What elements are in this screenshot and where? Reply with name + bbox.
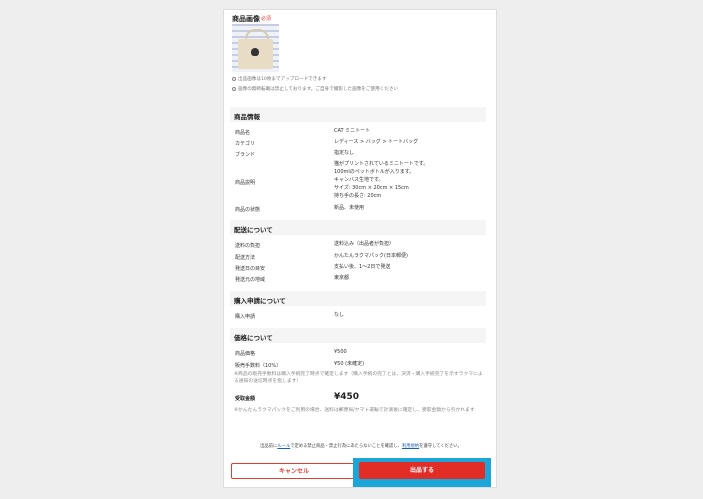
product-thumbnail[interactable] [232, 24, 279, 72]
row-value-item-price: ¥500 [334, 349, 347, 355]
row-label-ship-from: 発送元の地域 [235, 277, 266, 283]
fee-note: ※商品の販売手数料は購入手続完了時点で確定します（購入手続の完了とは、決済・購入… [234, 372, 483, 384]
row-value-shipping-method: かんたんラクマパック(日本郵便) [334, 253, 408, 259]
row-label-description: 商品説明 [235, 180, 256, 186]
shipping-heading: 配送について [234, 226, 273, 234]
purchase-request-heading: 購入申請について [234, 297, 286, 305]
row-label-name: 商品名 [235, 130, 251, 136]
row-label-item-price: 商品価格 [235, 351, 256, 357]
row-label-condition: 商品の状態 [235, 207, 261, 213]
row-value-shipping-fee: 送料込み（出品者が負担） [334, 241, 395, 247]
shipping-header: 配送について [230, 220, 486, 235]
row-value-condition: 新品、未使用 [334, 205, 365, 211]
image-note-2: 画像の無断転載は禁止しております。ご自身で撮影した画像をご使用ください [232, 86, 398, 92]
info-icon [232, 86, 236, 91]
row-label-shipping-method: 配送方法 [235, 255, 256, 261]
submit-listing-button[interactable]: 出品する [359, 462, 485, 479]
row-label-ship-days: 発送日の目安 [235, 266, 266, 272]
row-value-category: レディース > バッグ > トートバッグ [334, 139, 419, 145]
image-note-1: 出品画像は10枚までアップロードできます [232, 76, 327, 82]
product-info-heading: 商品情報 [234, 113, 260, 121]
pack-note: ※かんたんラクマパックをご利用の場合、送料は郵便局/ヤマト運輸で計測後に確定し、… [234, 408, 475, 413]
row-value-ship-days: 支払い後、1〜2日で発送 [334, 264, 391, 270]
terms-link[interactable]: 利用規約 [402, 444, 419, 449]
row-label-category: カテゴリ [235, 141, 256, 147]
image-section-title: 商品画像 [232, 15, 260, 23]
row-label-brand: ブランド [235, 152, 256, 158]
rules-link[interactable]: ルール [277, 444, 290, 449]
receive-amount-value: ¥450 [334, 392, 360, 402]
price-header: 価格について [230, 328, 486, 343]
row-value-fee: ¥50 (未確定) [334, 361, 365, 367]
agreement-text: 出品前にルールで定める禁止商品・禁止行為にあたらないことを確認し、利用規約を遵守… [260, 444, 462, 449]
required-badge: 必須 [261, 16, 272, 22]
listing-confirm-panel: 商品画像 必須 出品画像は10枚までアップロードできます 画像の無断転載は禁止し… [223, 9, 497, 488]
row-value-name: CAT ミニトート [334, 128, 371, 134]
row-value-purchase-request: なし [334, 312, 345, 318]
row-label-fee: 販売手数料（10%） [235, 363, 282, 369]
info-icon [232, 76, 236, 81]
row-label-purchase-request: 購入申請 [235, 314, 256, 320]
cancel-button[interactable]: キャンセル [231, 463, 357, 479]
row-label-shipping-fee: 送料の負担 [235, 243, 261, 249]
product-info-header: 商品情報 [230, 107, 486, 122]
receive-amount-label: 受取金額 [235, 396, 256, 402]
row-value-description: 猫がプリントされているミニトートです。 100mlのペットボトルが入ります。 キ… [334, 161, 429, 199]
row-value-ship-from: 東京都 [334, 275, 350, 281]
price-heading: 価格について [234, 334, 273, 342]
purchase-request-header: 購入申請について [230, 291, 486, 306]
cat-print-shape [251, 48, 259, 56]
row-value-brand: 指定なし [334, 150, 355, 156]
